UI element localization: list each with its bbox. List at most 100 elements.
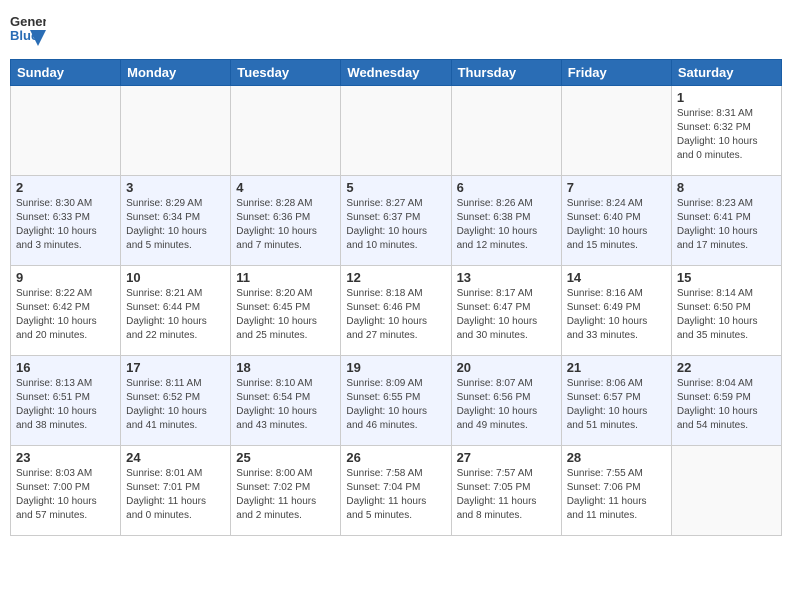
logo: General Blue bbox=[10, 10, 46, 51]
calendar-cell: 16 Sunrise: 8:13 AM Sunset: 6:51 PM Dayli… bbox=[11, 356, 121, 446]
day-number: 28 bbox=[567, 450, 666, 465]
day-info: Sunrise: 8:29 AM Sunset: 6:34 PM Dayligh… bbox=[126, 197, 225, 253]
day-info: Sunrise: 8:23 AM Sunset: 6:41 PM Dayligh… bbox=[677, 197, 776, 253]
day-info: Sunrise: 8:03 AM Sunset: 7:00 PM Dayligh… bbox=[16, 467, 115, 523]
day-info: Sunrise: 8:09 AM Sunset: 6:55 PM Dayligh… bbox=[346, 377, 445, 433]
day-of-week-header: Monday bbox=[121, 60, 231, 86]
day-number: 27 bbox=[457, 450, 556, 465]
day-number: 3 bbox=[126, 180, 225, 195]
day-number: 5 bbox=[346, 180, 445, 195]
day-info: Sunrise: 8:10 AM Sunset: 6:54 PM Dayligh… bbox=[236, 377, 335, 433]
day-number: 11 bbox=[236, 270, 335, 285]
calendar-week-row: 9 Sunrise: 8:22 AM Sunset: 6:42 PM Daylig… bbox=[11, 266, 782, 356]
day-info: Sunrise: 8:27 AM Sunset: 6:37 PM Dayligh… bbox=[346, 197, 445, 253]
page-header: General Blue bbox=[10, 10, 782, 51]
calendar-cell bbox=[451, 86, 561, 176]
svg-text:General: General bbox=[10, 14, 46, 29]
day-info: Sunrise: 8:04 AM Sunset: 6:59 PM Dayligh… bbox=[677, 377, 776, 433]
day-info: Sunrise: 8:26 AM Sunset: 6:38 PM Dayligh… bbox=[457, 197, 556, 253]
calendar-cell: 11 Sunrise: 8:20 AM Sunset: 6:45 PM Dayli… bbox=[231, 266, 341, 356]
calendar-cell: 9 Sunrise: 8:22 AM Sunset: 6:42 PM Daylig… bbox=[11, 266, 121, 356]
calendar-table: SundayMondayTuesdayWednesdayThursdayFrid… bbox=[10, 59, 782, 536]
calendar-cell: 22 Sunrise: 8:04 AM Sunset: 6:59 PM Dayli… bbox=[671, 356, 781, 446]
day-number: 19 bbox=[346, 360, 445, 375]
day-of-week-header: Friday bbox=[561, 60, 671, 86]
calendar-cell: 14Sunrise: 8:16 AM Sunset: 6:49 PM Dayli… bbox=[561, 266, 671, 356]
calendar-cell: 7 Sunrise: 8:24 AM Sunset: 6:40 PM Daylig… bbox=[561, 176, 671, 266]
calendar-week-row: 23Sunrise: 8:03 AM Sunset: 7:00 PM Dayli… bbox=[11, 446, 782, 536]
day-number: 4 bbox=[236, 180, 335, 195]
day-info: Sunrise: 8:21 AM Sunset: 6:44 PM Dayligh… bbox=[126, 287, 225, 343]
calendar-cell: 18 Sunrise: 8:10 AM Sunset: 6:54 PM Dayli… bbox=[231, 356, 341, 446]
day-number: 17 bbox=[126, 360, 225, 375]
day-number: 21 bbox=[567, 360, 666, 375]
day-number: 16 bbox=[16, 360, 115, 375]
day-number: 10 bbox=[126, 270, 225, 285]
day-info: Sunrise: 8:20 AM Sunset: 6:45 PM Dayligh… bbox=[236, 287, 335, 343]
day-of-week-header: Thursday bbox=[451, 60, 561, 86]
calendar-cell: 4 Sunrise: 8:28 AM Sunset: 6:36 PM Daylig… bbox=[231, 176, 341, 266]
day-number: 7 bbox=[567, 180, 666, 195]
calendar-cell: 10 Sunrise: 8:21 AM Sunset: 6:44 PM Dayli… bbox=[121, 266, 231, 356]
day-info: Sunrise: 8:28 AM Sunset: 6:36 PM Dayligh… bbox=[236, 197, 335, 253]
calendar-cell bbox=[231, 86, 341, 176]
calendar-cell: 15 Sunrise: 8:14 AM Sunset: 6:50 PM Dayli… bbox=[671, 266, 781, 356]
day-info: Sunrise: 8:17 AM Sunset: 6:47 PM Dayligh… bbox=[457, 287, 556, 343]
day-number: 18 bbox=[236, 360, 335, 375]
day-number: 24 bbox=[126, 450, 225, 465]
calendar-week-row: 1Sunrise: 8:31 AM Sunset: 6:32 PM Daylig… bbox=[11, 86, 782, 176]
day-info: Sunrise: 8:18 AM Sunset: 6:46 PM Dayligh… bbox=[346, 287, 445, 343]
calendar-cell: 21 Sunrise: 8:06 AM Sunset: 6:57 PM Dayli… bbox=[561, 356, 671, 446]
day-info: Sunrise: 8:13 AM Sunset: 6:51 PM Dayligh… bbox=[16, 377, 115, 433]
calendar-cell: 1Sunrise: 8:31 AM Sunset: 6:32 PM Daylig… bbox=[671, 86, 781, 176]
calendar-cell: 13 Sunrise: 8:17 AM Sunset: 6:47 PM Dayli… bbox=[451, 266, 561, 356]
day-number: 12 bbox=[346, 270, 445, 285]
calendar-cell: 12 Sunrise: 8:18 AM Sunset: 6:46 PM Dayli… bbox=[341, 266, 451, 356]
day-info: Sunrise: 8:22 AM Sunset: 6:42 PM Dayligh… bbox=[16, 287, 115, 343]
day-info: Sunrise: 8:00 AM Sunset: 7:02 PM Dayligh… bbox=[236, 467, 335, 523]
calendar-cell: 2Sunrise: 8:30 AM Sunset: 6:33 PM Daylig… bbox=[11, 176, 121, 266]
calendar-cell: 5 Sunrise: 8:27 AM Sunset: 6:37 PM Daylig… bbox=[341, 176, 451, 266]
calendar-cell: 6 Sunrise: 8:26 AM Sunset: 6:38 PM Daylig… bbox=[451, 176, 561, 266]
day-number: 25 bbox=[236, 450, 335, 465]
day-number: 6 bbox=[457, 180, 556, 195]
day-number: 20 bbox=[457, 360, 556, 375]
day-info: Sunrise: 8:14 AM Sunset: 6:50 PM Dayligh… bbox=[677, 287, 776, 343]
day-info: Sunrise: 8:06 AM Sunset: 6:57 PM Dayligh… bbox=[567, 377, 666, 433]
day-number: 22 bbox=[677, 360, 776, 375]
calendar-header-row: SundayMondayTuesdayWednesdayThursdayFrid… bbox=[11, 60, 782, 86]
day-number: 9 bbox=[16, 270, 115, 285]
calendar-cell: 26Sunrise: 7:58 AM Sunset: 7:04 PM Dayli… bbox=[341, 446, 451, 536]
calendar-cell bbox=[671, 446, 781, 536]
calendar-cell bbox=[561, 86, 671, 176]
day-number: 15 bbox=[677, 270, 776, 285]
logo-icon: General Blue bbox=[10, 10, 46, 51]
calendar-week-row: 2Sunrise: 8:30 AM Sunset: 6:33 PM Daylig… bbox=[11, 176, 782, 266]
day-info: Sunrise: 8:31 AM Sunset: 6:32 PM Dayligh… bbox=[677, 107, 776, 163]
calendar-cell: 17 Sunrise: 8:11 AM Sunset: 6:52 PM Dayli… bbox=[121, 356, 231, 446]
calendar-cell: 20 Sunrise: 8:07 AM Sunset: 6:56 PM Dayli… bbox=[451, 356, 561, 446]
calendar-cell: 23Sunrise: 8:03 AM Sunset: 7:00 PM Dayli… bbox=[11, 446, 121, 536]
day-info: Sunrise: 7:58 AM Sunset: 7:04 PM Dayligh… bbox=[346, 467, 445, 523]
calendar-cell bbox=[121, 86, 231, 176]
day-info: Sunrise: 8:11 AM Sunset: 6:52 PM Dayligh… bbox=[126, 377, 225, 433]
calendar-cell: 19 Sunrise: 8:09 AM Sunset: 6:55 PM Dayli… bbox=[341, 356, 451, 446]
day-of-week-header: Wednesday bbox=[341, 60, 451, 86]
day-info: Sunrise: 8:16 AM Sunset: 6:49 PM Dayligh… bbox=[567, 287, 666, 343]
day-info: Sunrise: 8:24 AM Sunset: 6:40 PM Dayligh… bbox=[567, 197, 666, 253]
day-info: Sunrise: 8:07 AM Sunset: 6:56 PM Dayligh… bbox=[457, 377, 556, 433]
calendar-cell: 8Sunrise: 8:23 AM Sunset: 6:41 PM Daylig… bbox=[671, 176, 781, 266]
calendar-cell bbox=[341, 86, 451, 176]
day-of-week-header: Tuesday bbox=[231, 60, 341, 86]
day-info: Sunrise: 7:55 AM Sunset: 7:06 PM Dayligh… bbox=[567, 467, 666, 523]
calendar-week-row: 16 Sunrise: 8:13 AM Sunset: 6:51 PM Dayli… bbox=[11, 356, 782, 446]
day-info: Sunrise: 7:57 AM Sunset: 7:05 PM Dayligh… bbox=[457, 467, 556, 523]
day-number: 13 bbox=[457, 270, 556, 285]
calendar-cell: 27 Sunrise: 7:57 AM Sunset: 7:05 PM Dayli… bbox=[451, 446, 561, 536]
calendar-cell bbox=[11, 86, 121, 176]
svg-text:Blue: Blue bbox=[10, 28, 38, 43]
day-of-week-header: Sunday bbox=[11, 60, 121, 86]
day-number: 2 bbox=[16, 180, 115, 195]
day-of-week-header: Saturday bbox=[671, 60, 781, 86]
calendar-cell: 28 Sunrise: 7:55 AM Sunset: 7:06 PM Dayli… bbox=[561, 446, 671, 536]
